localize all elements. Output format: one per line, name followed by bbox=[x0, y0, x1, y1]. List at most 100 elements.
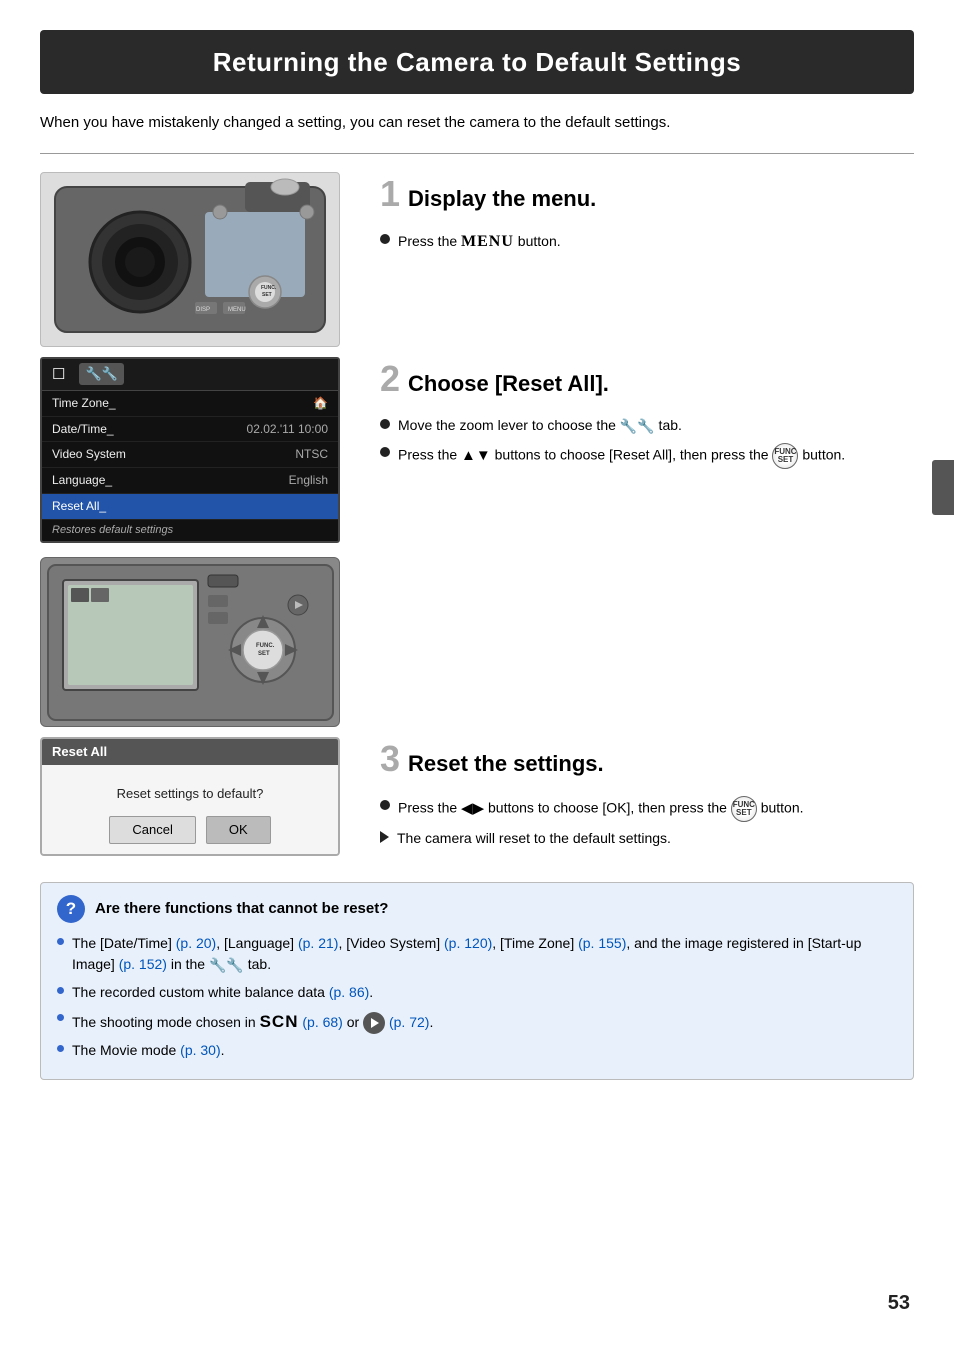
step-2-content: 2 Choose [Reset All]. Move the zoom leve… bbox=[380, 357, 914, 475]
menu-row-language-label: Language_ bbox=[52, 472, 112, 489]
camera-back-image: FUNC. SET bbox=[40, 557, 340, 727]
svg-text:MENU: MENU bbox=[228, 307, 246, 313]
step-1-number: 1 bbox=[380, 176, 400, 212]
link-startup-image[interactable]: (p. 152) bbox=[119, 956, 167, 972]
dialog-body: Reset settings to default? Cancel OK bbox=[42, 765, 338, 853]
section-divider bbox=[40, 153, 914, 154]
menu-row-resetall-label: Reset All_ bbox=[52, 498, 106, 515]
steps-section: FUNC. SET DISP MENU bbox=[40, 172, 914, 866]
camera-front-image: FUNC. SET DISP MENU bbox=[40, 172, 340, 347]
faq-header: ? Are there functions that cannot be res… bbox=[57, 895, 897, 923]
step-3-image: Reset All Reset settings to default? Can… bbox=[40, 737, 360, 856]
wrench-tab-icon-faq: 🔧🔧 bbox=[209, 955, 244, 976]
dialog-buttons: Cancel OK bbox=[109, 816, 270, 844]
faq-bullet-4 bbox=[57, 1045, 64, 1052]
step-2-number: 2 bbox=[380, 361, 400, 397]
menu-row-video-label: Video System bbox=[52, 446, 126, 463]
step-2-images-stack: ☐ 🔧🔧 Time Zone_ 🏠 Date/Time_ 02.02.'11 1… bbox=[40, 357, 360, 727]
scn-label: SCN bbox=[260, 1012, 299, 1031]
step-3-bullet-1-text: Press the ◀▶ buttons to choose [OK], the… bbox=[398, 796, 804, 822]
step-1-bullet-1: Press the MENU button. bbox=[380, 230, 914, 254]
faq-item-4-text: The Movie mode (p. 30). bbox=[72, 1040, 225, 1061]
step-2-bullet-2: Press the ▲▼ buttons to choose [Reset Al… bbox=[380, 443, 914, 469]
faq-item-3: The shooting mode chosen in SCN (p. 68) … bbox=[57, 1009, 897, 1035]
step-2-bullet-1: Move the zoom lever to choose the 🔧🔧 tab… bbox=[380, 415, 914, 437]
faq-bullet-1 bbox=[57, 938, 64, 945]
menu-row-video-value: NTSC bbox=[295, 446, 328, 463]
step-3-bullet-2: The camera will reset to the default set… bbox=[380, 828, 914, 849]
faq-list: The [Date/Time] (p. 20), [Language] (p. … bbox=[57, 933, 897, 1061]
link-movie-mode[interactable]: (p. 30) bbox=[180, 1042, 220, 1058]
svg-text:SET: SET bbox=[258, 651, 270, 657]
menu-row-timezone-label: Time Zone_ bbox=[52, 395, 116, 412]
page-number: 53 bbox=[888, 1289, 910, 1317]
svg-text:DISP: DISP bbox=[196, 307, 210, 313]
step-3-title: Reset the settings. bbox=[408, 751, 604, 777]
faq-item-2-text: The recorded custom white balance data (… bbox=[72, 982, 373, 1003]
triangle-icon bbox=[380, 831, 389, 843]
bullet-icon-2a bbox=[380, 419, 390, 429]
arrow-lr-icon: ◀▶ bbox=[461, 799, 484, 816]
svg-text:SET: SET bbox=[262, 292, 272, 298]
step-1-bullet-text: Press the MENU button. bbox=[398, 230, 561, 254]
func-set-icon-2: FUNCSET bbox=[772, 443, 798, 469]
dialog-cancel-btn[interactable]: Cancel bbox=[109, 816, 195, 844]
menu-row-language-value: English bbox=[289, 472, 328, 489]
arrow-updown-icon: ▲▼ bbox=[461, 447, 491, 464]
screen-tab-wrench: 🔧🔧 bbox=[79, 363, 123, 385]
screen-tabs: ☐ 🔧🔧 bbox=[42, 359, 338, 391]
step-3-bullet-1: Press the ◀▶ buttons to choose [OK], the… bbox=[380, 796, 914, 822]
link-white-balance[interactable]: (p. 86) bbox=[329, 984, 369, 1000]
func-set-icon-3: FUNCSET bbox=[731, 796, 757, 822]
menu-row-datetime-label: Date/Time_ bbox=[52, 421, 114, 438]
faq-question: Are there functions that cannot be reset… bbox=[95, 898, 388, 919]
menu-row-language: Language_ English bbox=[42, 468, 338, 494]
link-date-time[interactable]: (p. 20) bbox=[176, 935, 216, 951]
step-2-images: ☐ 🔧🔧 Time Zone_ 🏠 Date/Time_ 02.02.'11 1… bbox=[40, 357, 360, 727]
link-video-system[interactable]: (p. 120) bbox=[444, 935, 492, 951]
link-video-mode[interactable]: (p. 72) bbox=[389, 1014, 429, 1030]
bullet-icon bbox=[380, 234, 390, 244]
link-language[interactable]: (p. 21) bbox=[298, 935, 338, 951]
wrench-tab-icon: 🔧🔧 bbox=[620, 416, 655, 437]
step-3-row: Reset All Reset settings to default? Can… bbox=[40, 737, 914, 856]
bullet-icon-2b bbox=[380, 447, 390, 457]
link-time-zone[interactable]: (p. 155) bbox=[578, 935, 626, 951]
menu-row-resetall: Reset All_ bbox=[42, 494, 338, 520]
menu-row-timezone: Time Zone_ 🏠 bbox=[42, 391, 338, 417]
faq-item-2: The recorded custom white balance data (… bbox=[57, 982, 897, 1003]
side-tab bbox=[932, 460, 954, 515]
video-mode-icon bbox=[363, 1012, 385, 1034]
step-2-bullet-1-text: Move the zoom lever to choose the 🔧🔧 tab… bbox=[398, 415, 682, 437]
dialog-title: Reset All bbox=[42, 739, 338, 765]
step-1-title: Display the menu. bbox=[408, 186, 596, 212]
faq-item-3-text: The shooting mode chosen in SCN (p. 68) … bbox=[72, 1009, 433, 1035]
menu-row-timezone-value: 🏠 bbox=[313, 395, 328, 412]
svg-text:FUNC.: FUNC. bbox=[261, 285, 277, 291]
step-3-number: 3 bbox=[380, 741, 400, 777]
menu-row-video: Video System NTSC bbox=[42, 442, 338, 468]
faq-item-1-text: The [Date/Time] (p. 20), [Language] (p. … bbox=[72, 933, 897, 976]
faq-bullet-2 bbox=[57, 987, 64, 994]
menu-row-datetime: Date/Time_ 02.02.'11 10:00 bbox=[42, 417, 338, 443]
screen-tab-camera: ☐ bbox=[48, 362, 69, 387]
faq-item-4: The Movie mode (p. 30). bbox=[57, 1040, 897, 1061]
step-2-title: Choose [Reset All]. bbox=[408, 371, 609, 397]
svg-text:FUNC.: FUNC. bbox=[256, 643, 275, 649]
step-3-content: 3 Reset the settings. Press the ◀▶ butto… bbox=[380, 737, 914, 854]
page-title: Returning the Camera to Default Settings bbox=[40, 30, 914, 94]
faq-bullet-3 bbox=[57, 1014, 64, 1021]
step-1-content: 1 Display the menu. Press the MENU butto… bbox=[380, 172, 914, 260]
menu-key: MENU bbox=[461, 233, 514, 250]
menu-row-datetime-value: 02.02.'11 10:00 bbox=[247, 421, 328, 438]
faq-box: ? Are there functions that cannot be res… bbox=[40, 882, 914, 1080]
step-2-bullet-2-text: Press the ▲▼ buttons to choose [Reset Al… bbox=[398, 443, 845, 469]
dialog-message: Reset settings to default? bbox=[117, 785, 264, 803]
menu-screen: ☐ 🔧🔧 Time Zone_ 🏠 Date/Time_ 02.02.'11 1… bbox=[40, 357, 340, 543]
step-2-row: ☐ 🔧🔧 Time Zone_ 🏠 Date/Time_ 02.02.'11 1… bbox=[40, 357, 914, 727]
dialog-ok-btn[interactable]: OK bbox=[206, 816, 271, 844]
screen-subtitle: Restores default settings bbox=[42, 520, 338, 541]
step-1-image: FUNC. SET DISP MENU bbox=[40, 172, 360, 347]
faq-item-1: The [Date/Time] (p. 20), [Language] (p. … bbox=[57, 933, 897, 976]
link-scn[interactable]: (p. 68) bbox=[302, 1014, 342, 1030]
